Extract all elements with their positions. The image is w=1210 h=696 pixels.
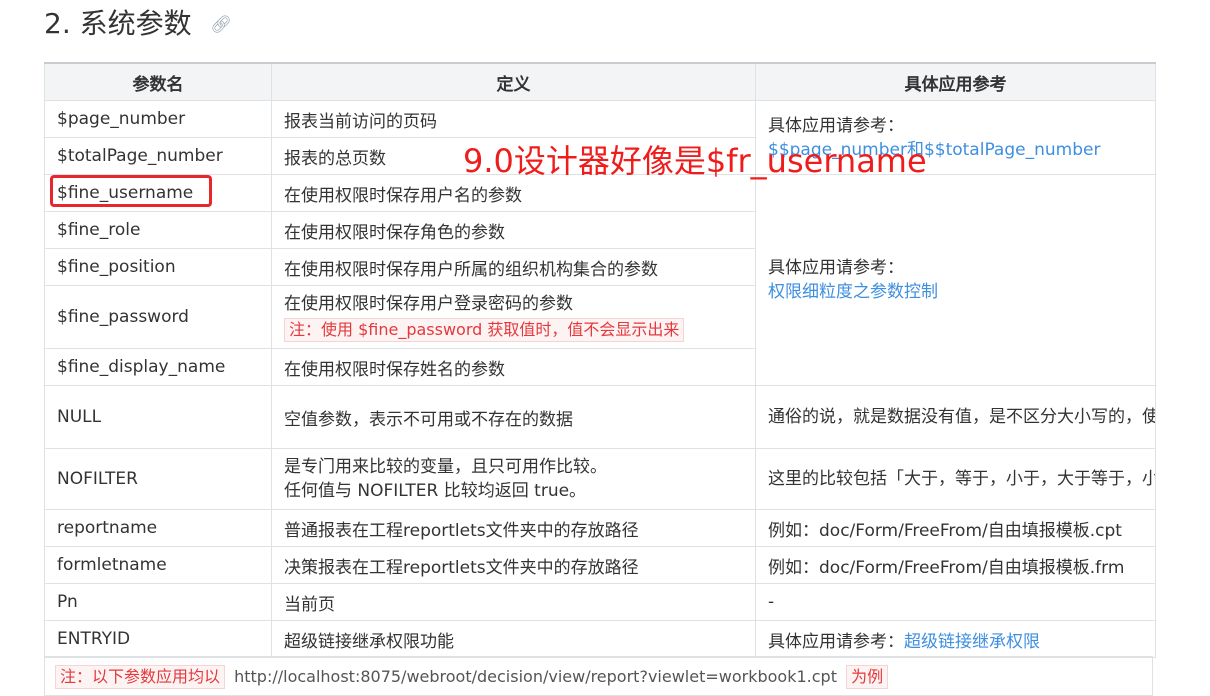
param-reference: 具体应用请参考：超级链接继承权限 xyxy=(755,620,1156,658)
example-note-row: 注：以下参数应用均以 http://localhost:8075/webroot… xyxy=(44,656,1153,696)
param-definition: 决策报表在工程reportlets文件夹中的存放路径 xyxy=(271,546,756,584)
param-name: reportname xyxy=(44,509,272,547)
param-name: NULL xyxy=(44,385,272,449)
table-row: NOFILTER 是专门用来比较的变量，且只可用作比较。 任何值与 NOFILT… xyxy=(44,448,1156,510)
param-name: formletname xyxy=(44,546,272,584)
header-reference: 具体应用参考 xyxy=(755,62,1156,101)
param-definition: 报表当前访问的页码 xyxy=(271,100,756,138)
section-heading: 2. 系统参数 🔗︎ xyxy=(44,4,232,45)
param-definition: 在使用权限时保存用户登录密码的参数 注：使用 $fine_password 获取… xyxy=(271,285,756,349)
param-definition: 在使用权限时保存角色的参数 xyxy=(271,211,756,249)
param-definition: 空值参数，表示不可用或不存在的数据 xyxy=(271,385,756,449)
reference-prefix: 具体应用请参考： xyxy=(768,631,904,652)
param-reference: 具体应用请参考： 权限细粒度之参数控制 xyxy=(755,174,1156,386)
header-definition: 定义 xyxy=(271,62,756,101)
param-name: $totalPage_number xyxy=(44,137,272,175)
param-reference: 例如：doc/Form/FreeFrom/自由填报模板.frm xyxy=(755,546,1156,584)
definition-line: 是专门用来比较的变量，且只可用作比较。 xyxy=(284,457,607,477)
param-definition: 在使用权限时保存姓名的参数 xyxy=(271,348,756,386)
example-note-prefix: 注：以下参数应用均以 xyxy=(55,665,226,689)
table-row: Pn 当前页 - xyxy=(44,583,1156,621)
definition-text: 在使用权限时保存用户登录密码的参数 xyxy=(284,294,573,314)
param-definition: 超级链接继承权限功能 xyxy=(271,620,756,658)
param-definition: 普通报表在工程reportlets文件夹中的存放路径 xyxy=(271,509,756,547)
definition-line: 任何值与 NOFILTER 比较均返回 true。 xyxy=(284,481,587,501)
header-param-name: 参数名 xyxy=(44,62,272,101)
param-name: ENTRYID xyxy=(44,620,272,658)
param-name: $fine_password xyxy=(44,285,272,349)
reference-prefix: 具体应用请参考： xyxy=(768,115,904,136)
section-number: 2. xyxy=(44,7,71,40)
param-definition: 是专门用来比较的变量，且只可用作比较。 任何值与 NOFILTER 比较均返回 … xyxy=(271,448,756,510)
param-reference: 例如：doc/Form/FreeFrom/自由填报模板.cpt xyxy=(755,509,1156,547)
param-reference: 这里的比较包括「大于，等于，小于，大于等于，小于等于」等等，不区分大小写 xyxy=(755,448,1156,510)
reference-prefix: 具体应用请参考： xyxy=(768,258,904,278)
table-row: NULL 空值参数，表示不可用或不存在的数据 通俗的说，就是数据没有值，是不区分… xyxy=(44,385,1156,449)
param-name: $fine_position xyxy=(44,248,272,286)
param-definition: 在使用权限时保存用户所属的组织机构集合的参数 xyxy=(271,248,756,286)
highlight-box xyxy=(50,175,212,207)
param-name: NOFILTER xyxy=(44,448,272,510)
table-row: ENTRYID 超级链接继承权限功能 具体应用请参考：超级链接继承权限 xyxy=(44,620,1156,658)
table-row: reportname 普通报表在工程reportlets文件夹中的存放路径 例如… xyxy=(44,509,1156,547)
example-url: http://localhost:8075/webroot/decision/v… xyxy=(234,667,837,686)
param-name: $fine_role xyxy=(44,211,272,249)
table-header-row: 参数名 定义 具体应用参考 xyxy=(44,62,1156,101)
param-definition: 当前页 xyxy=(271,583,756,621)
param-name: $page_number xyxy=(44,100,272,138)
table-row: $page_number 报表当前访问的页码 具体应用请参考： $$page_n… xyxy=(44,100,1156,175)
table-row: formletname 决策报表在工程reportlets文件夹中的存放路径 例… xyxy=(44,546,1156,584)
section-title: 系统参数 xyxy=(79,7,192,40)
reference-link[interactable]: 权限细粒度之参数控制 xyxy=(768,282,938,302)
param-name: Pn xyxy=(44,583,272,621)
password-note: 注：使用 $fine_password 获取值时，值不会显示出来 xyxy=(284,318,685,342)
handwritten-annotation: 9.0设计器好像是$fr_username xyxy=(463,142,927,180)
example-note-suffix: 为例 xyxy=(846,665,889,689)
param-name: $fine_display_name xyxy=(44,348,272,386)
param-reference: 通俗的说，就是数据没有值，是不区分大小写的，使用范围广泛 xyxy=(755,385,1156,449)
param-reference: - xyxy=(755,583,1156,621)
link-icon[interactable]: 🔗︎ xyxy=(211,5,233,45)
reference-link[interactable]: 超级链接继承权限 xyxy=(904,632,1040,652)
